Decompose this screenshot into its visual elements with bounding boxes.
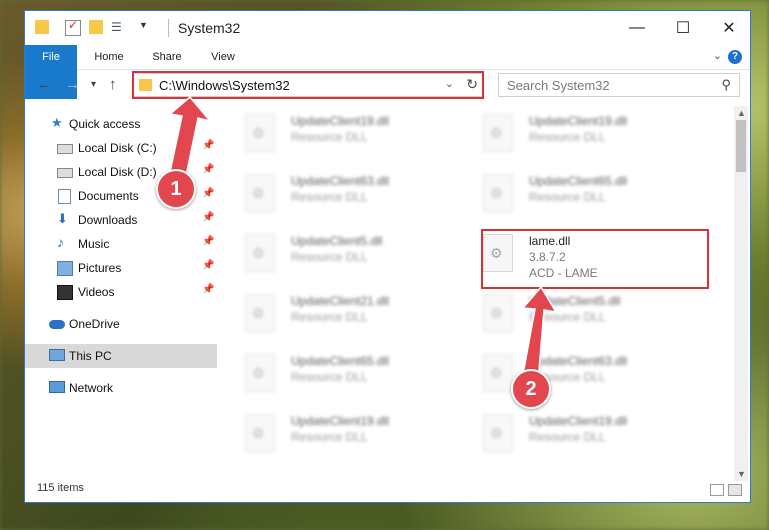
step-1-badge: 1	[156, 169, 196, 209]
arrow-1-icon	[168, 95, 213, 177]
arrow-2-icon	[521, 285, 558, 383]
step-2-badge: 2	[511, 369, 551, 409]
annotation-arrows	[168, 95, 558, 383]
